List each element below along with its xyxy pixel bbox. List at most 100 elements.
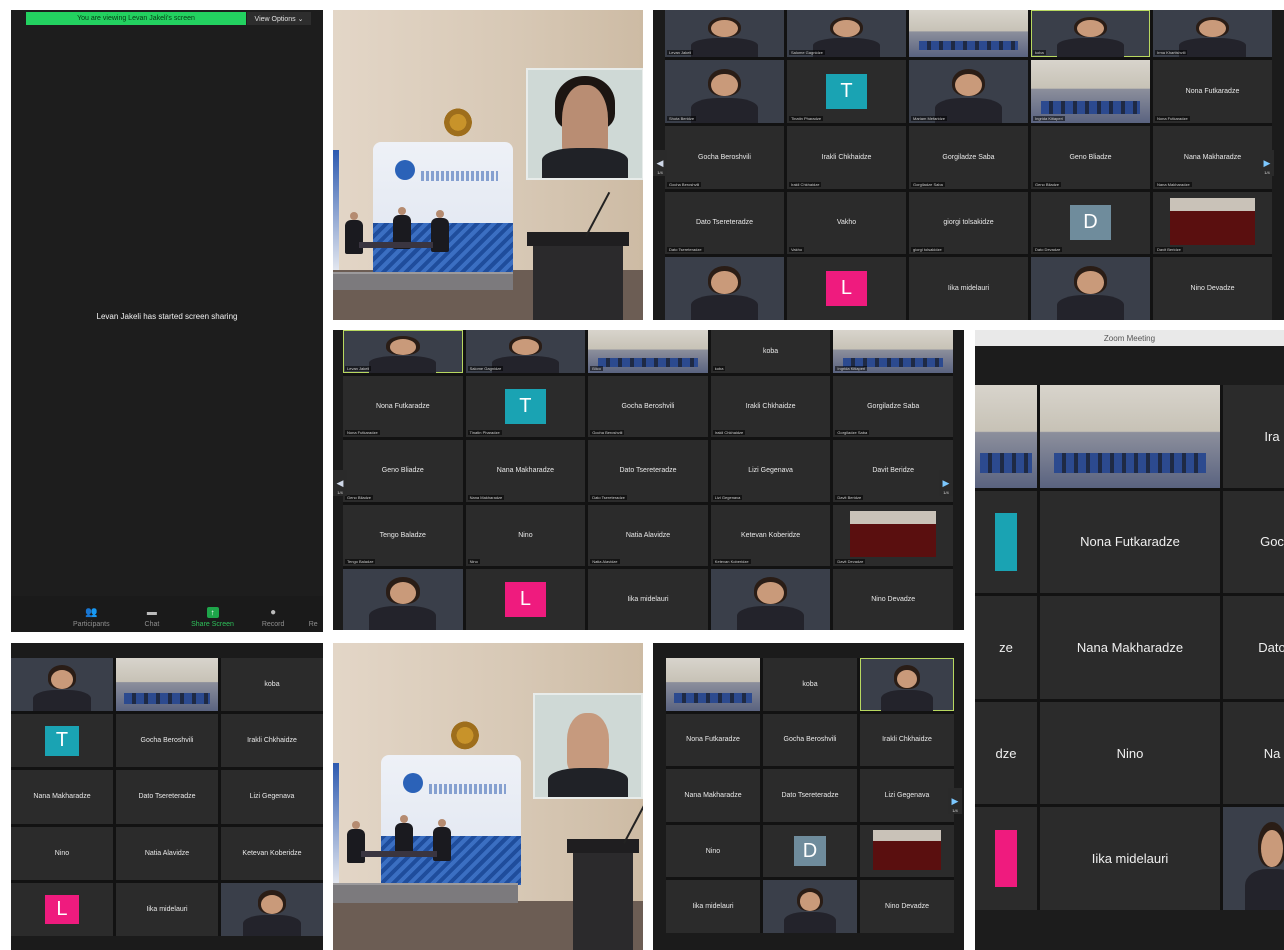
participant-tile[interactable]: Irakli Chkhaidze	[860, 713, 954, 767]
participant-tile[interactable]: Natia Alavidze	[116, 826, 218, 880]
participant-tile[interactable]: Nana Makharadze	[11, 770, 113, 824]
participant-tile[interactable]: Irakli Chkhaidze Irakli Chkhaidze	[787, 125, 906, 189]
participant-tile[interactable]: Iika midelauri	[909, 257, 1028, 320]
participant-tile[interactable]: Geno Bliadze Geno Bliadze	[343, 440, 463, 502]
participant-tile[interactable]: Lizi Gegenava	[221, 770, 323, 824]
participant-tile[interactable]: Dato Tsereteradze Dato Tsereteradze	[588, 440, 708, 502]
participant-tile[interactable]: Gorgiladze Saba Gorgiladze Saba	[833, 376, 953, 438]
participant-tile[interactable]: T Tinatin Pharadze	[787, 60, 906, 123]
record-button[interactable]: ● Record	[243, 607, 304, 628]
participant-tile[interactable]: T	[11, 714, 113, 768]
previous-page-button[interactable]: ◀ 1/4	[333, 470, 347, 496]
participant-tile[interactable]: Irma Khartishvili	[1153, 10, 1272, 57]
participant-tile[interactable]: Ira	[1223, 385, 1284, 488]
participant-tile[interactable]: Tengo Baladze Tengo Baladze	[343, 504, 463, 566]
participant-tile[interactable]: koba	[1031, 10, 1150, 57]
participant-tile[interactable]	[975, 385, 1037, 488]
participant-tile[interactable]: Ketevan Koberidze Ketevan Koberidze	[710, 504, 831, 566]
participant-tile[interactable]: Salome Gagnidze	[787, 10, 906, 57]
participants-button[interactable]: 👥 Participants	[61, 607, 122, 628]
participant-tile[interactable]: Nino Devadze	[1153, 257, 1272, 320]
participant-tile[interactable]: Iika midelauri	[666, 880, 760, 933]
share-screen-button[interactable]: ↑ Share Screen	[182, 607, 243, 628]
participant-tile[interactable]: Dato Tsereteradze	[116, 770, 218, 824]
participant-tile[interactable]: Iika midelauri	[116, 882, 218, 936]
participant-tile[interactable]: Davit Beridze	[1153, 191, 1272, 255]
participant-tile[interactable]: dze	[975, 701, 1037, 805]
participant-tile[interactable]: Nana Makharadze	[666, 769, 760, 822]
participant-tile[interactable]	[343, 568, 463, 630]
participant-tile[interactable]	[975, 807, 1037, 910]
view-options-button[interactable]: View Options ⌄	[247, 12, 311, 25]
participant-tile[interactable]	[1040, 385, 1220, 488]
participant-tile[interactable]: Nino Nino	[465, 504, 586, 566]
chat-button[interactable]: ▬ Chat	[122, 607, 183, 628]
participant-tile[interactable]: Nana Makharadze	[1040, 596, 1220, 699]
participant-tile[interactable]: Levan Jakeli	[343, 330, 463, 373]
next-page-button[interactable]: ▶ 1/4	[1260, 150, 1274, 176]
participant-tile[interactable]: Ingrida Kitiaperi	[1031, 60, 1150, 123]
participant-tile[interactable]: Nino Devadze	[833, 568, 953, 630]
participant-tile[interactable]: Geno Bliadze Geno Bliadze	[1031, 125, 1150, 189]
participant-tile[interactable]: D	[763, 824, 857, 878]
participant-tile[interactable]: Mariam Mefaridze	[909, 60, 1028, 123]
participant-tile[interactable]: Natia Alavidze Natia Alavidze	[588, 504, 708, 566]
participant-tile[interactable]: koba	[763, 658, 857, 711]
participant-tile[interactable]	[710, 568, 831, 630]
participant-tile[interactable]: Na	[1223, 701, 1284, 805]
participant-tile[interactable]: Gocha Beroshvili Gocha Beroshvili	[588, 376, 708, 438]
participant-tile[interactable]: ze	[975, 596, 1037, 699]
participant-tile[interactable]: Dato Tsereteradze	[763, 769, 857, 822]
participant-tile[interactable]: Nino Devadze	[860, 880, 954, 933]
participant-tile[interactable]: Davit Beridze Davit Beridze	[833, 440, 953, 502]
participant-tile[interactable]	[909, 10, 1028, 57]
participant-tile[interactable]: Nona Futkaradze	[1040, 490, 1220, 594]
participant-tile[interactable]: giorgi tolsakidze giorgi tolsakidze	[909, 191, 1028, 255]
participant-tile[interactable]: Nino	[11, 826, 113, 880]
participant-tile[interactable]: Lizi Gegenava Lizi Gegenava	[710, 440, 831, 502]
participant-tile[interactable]	[666, 658, 760, 711]
participant-tile[interactable]	[860, 658, 954, 711]
participant-tile[interactable]: Ingrida Kitiaperi	[833, 330, 953, 373]
participant-tile[interactable]: T Tinatin Pharadze	[465, 376, 586, 438]
participant-tile[interactable]: L	[465, 568, 586, 630]
participant-tile[interactable]: Nino	[666, 824, 760, 878]
participant-tile[interactable]: Salome Gagnidze	[465, 330, 586, 373]
participant-tile[interactable]: Irakli Chkhaidze Irakli Chkhaidze	[710, 376, 831, 438]
participant-tile[interactable]	[1223, 807, 1284, 910]
participant-tile[interactable]: koba	[221, 658, 323, 712]
participant-tile[interactable]: L	[11, 882, 113, 936]
participant-tile[interactable]	[11, 658, 113, 712]
reactions-button[interactable]: Re	[303, 607, 323, 628]
participant-tile[interactable]: Vakho Vakho	[787, 191, 906, 255]
participant-tile[interactable]: koba koba	[710, 330, 831, 373]
next-page-button[interactable]: ▶ 1/4	[939, 470, 953, 496]
participant-tile[interactable]: Nona Futkaradze Nona Futkaradze	[343, 376, 463, 438]
participant-tile[interactable]: Levan Jakeli	[665, 10, 784, 57]
participant-tile[interactable]: Nona Futkaradze Nona Futkaradze	[1153, 60, 1272, 123]
participant-tile[interactable]: Gocha Beroshvili	[763, 713, 857, 767]
participant-tile[interactable]: Davit Devadze	[833, 504, 953, 566]
participant-tile[interactable]	[975, 490, 1037, 594]
previous-page-button[interactable]: ◀ 1/4	[653, 150, 667, 176]
participant-tile[interactable]: Dato Tsereteradze Dato Tsereteradze	[665, 191, 784, 255]
participant-tile[interactable]: Iika midelauri	[1040, 807, 1220, 910]
participant-tile[interactable]	[763, 880, 857, 933]
participant-tile[interactable]: Gocha Beroshvili	[116, 714, 218, 768]
participant-tile[interactable]: L	[787, 257, 906, 320]
next-page-button[interactable]: ▶ 1/4	[948, 788, 962, 814]
participant-tile[interactable]: Shota Beridze	[665, 60, 784, 123]
participant-tile[interactable]: Nana Makharadze Nana Makharadze	[465, 440, 586, 502]
participant-tile[interactable]	[116, 658, 218, 712]
participant-tile[interactable]: Dato	[1223, 596, 1284, 699]
participant-tile[interactable]: Nona Futkaradze	[666, 713, 760, 767]
participant-tile[interactable]: Nana Makharadze Nana Makharadze	[1153, 125, 1272, 189]
participant-tile[interactable]	[860, 824, 954, 878]
participant-tile[interactable]: Nino	[1040, 701, 1220, 805]
participant-tile[interactable]: Gocha Beroshvili Gocha Beroshvili	[665, 125, 784, 189]
participant-tile[interactable]: Goc	[1223, 490, 1284, 594]
participant-tile[interactable]: D Dato Devadze	[1031, 191, 1150, 255]
participant-tile[interactable]: Irakli Chkhaidze	[221, 714, 323, 768]
participant-tile[interactable]: Lizi Gegenava	[860, 769, 954, 822]
participant-tile[interactable]: Iika midelauri	[588, 568, 708, 630]
